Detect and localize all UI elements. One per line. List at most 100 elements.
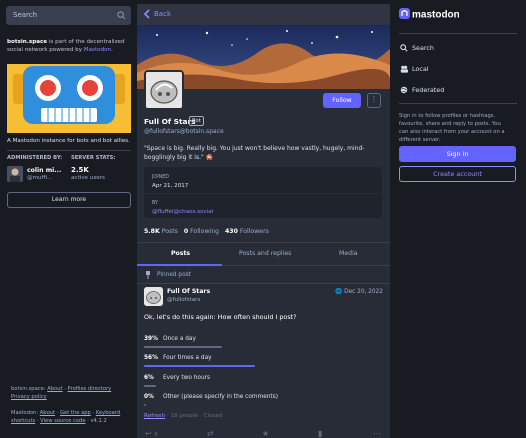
learn-more-button[interactable]: Learn more [7, 192, 131, 208]
footer-about-link[interactable]: About [47, 386, 62, 392]
server-name: botsin.space [7, 39, 48, 45]
profile-column: Back Follow ⋮ Full Of Stars Bot @fullofs… [137, 4, 390, 438]
followers-label[interactable]: Followers [240, 228, 269, 235]
post-date[interactable]: 🌐 Dec 20, 2022 [335, 289, 383, 295]
poll-option-percent: 56% [144, 355, 158, 361]
server-tagline: A Mastodon instance for bots and bot all… [7, 138, 130, 144]
post-date-text: Dec 20, 2022 [344, 289, 383, 295]
administered-by-label: ADMINISTERED BY: [7, 155, 63, 161]
sign-in-button[interactable]: Sign in [399, 146, 516, 162]
poll-option-bar [144, 385, 156, 387]
footer-getapp-link[interactable]: Get the app [60, 410, 91, 416]
boost-icon[interactable]: ⇄ [207, 430, 216, 438]
server-hero-image [7, 64, 131, 133]
chevron-left-icon [143, 9, 150, 19]
reply-count: 8 [154, 432, 158, 438]
post-author-account: @fullofstars [167, 297, 201, 303]
footer-about2-link[interactable]: About [40, 410, 55, 416]
poll-meta-text: · 18 people · Closed [165, 413, 223, 419]
create-account-button[interactable]: Create account [399, 166, 516, 182]
active-users-count: 2.5K [71, 166, 89, 174]
poll-option: 6% Every two hours [144, 375, 384, 393]
field-divider [144, 193, 382, 194]
poll-option-percent: 6% [144, 375, 154, 381]
mastodon-logo[interactable]: mastodon [399, 6, 460, 22]
posts-label[interactable]: Posts [162, 228, 178, 235]
logo-text: mastodon [412, 10, 459, 21]
signin-prompt: Sign in to follow profiles or hashtags, … [399, 113, 505, 143]
divider [399, 103, 517, 104]
following-count: 0 [183, 228, 189, 235]
left-sidebar: Search botsin.space is part of the decen… [0, 0, 137, 438]
follow-button[interactable]: Follow [323, 93, 361, 108]
divider [7, 150, 131, 151]
reply-button[interactable]: ↩ 8 [145, 430, 167, 438]
poll-option: 0% Other (please specify in the comments… [144, 394, 384, 412]
profile-tabs: Posts Posts and replies Media [137, 242, 390, 266]
poll-option-bar [144, 404, 146, 406]
nav-federated-label: Federated [412, 86, 445, 94]
globe-icon [400, 86, 408, 94]
search-placeholder: Search [13, 11, 38, 19]
poll-option-label: Four times a day [163, 355, 212, 361]
search-icon[interactable] [117, 11, 126, 20]
more-icon[interactable]: ⋯ [373, 430, 382, 438]
tab-posts-and-replies[interactable]: Posts and replies [239, 250, 291, 257]
pinned-post-header: Pinned post [137, 266, 390, 284]
right-sidebar: mastodon Search Local Federated Sign in … [390, 0, 526, 438]
about-text-end: . [111, 47, 113, 53]
profile-avatar[interactable] [144, 70, 184, 110]
bookmark-icon[interactable]: ▮ [318, 430, 327, 438]
poll-option-bar-leading [144, 365, 255, 367]
profile-bio: "Space is big. Really big. You just won'… [144, 145, 365, 161]
tab-media[interactable]: Media [339, 250, 358, 257]
favourite-icon[interactable]: ★ [262, 430, 271, 438]
joined-label: JOINED [152, 175, 169, 180]
admin-avatar[interactable] [7, 166, 23, 182]
back-button[interactable]: Back [137, 4, 390, 25]
profile-fields: JOINED Apr 21, 2017 BY @fluffel@chaos.so… [144, 167, 382, 218]
search-input[interactable]: Search [6, 6, 131, 25]
nav-search-label: Search [412, 44, 434, 52]
by-value-link[interactable]: @fluffel@chaos.social [152, 209, 213, 215]
following-label[interactable]: Following [190, 228, 219, 235]
divider [399, 33, 517, 34]
active-users-label: active users [71, 175, 105, 181]
nav-local-label: Local [412, 65, 429, 73]
profile-display-name: Full Of Stars [144, 117, 196, 126]
footer-mastodon-links: Mastodon: About · Get the app · Keyboard… [11, 410, 121, 424]
post-author-name[interactable]: Full Of Stars [167, 288, 210, 295]
server-about-text: botsin.space is part of the decentralize… [7, 38, 131, 54]
mastodon-link[interactable]: Mastodon [84, 47, 111, 53]
globe-icon: 🌐 [335, 289, 343, 295]
server-stats-label: SERVER STATS: [71, 155, 116, 161]
poll-option-bar [144, 346, 222, 348]
post-content: Ok, let's do this again: How often shoul… [144, 313, 297, 321]
pinned-label: Pinned post [157, 272, 191, 278]
poll-refresh-link[interactable]: Refresh [144, 413, 165, 419]
pin-icon [146, 271, 150, 279]
footer-server-links: botsin.space: About · Profiles directory… [11, 386, 112, 400]
joined-value: Apr 21, 2017 [152, 183, 189, 189]
followers-count: 430 [224, 228, 238, 235]
footer-mastodon-label: Mastodon [11, 410, 37, 416]
footer-profiles-link[interactable]: Profiles directory [68, 386, 112, 392]
by-label: BY [152, 201, 158, 206]
profile-counts: 5.8K Posts 0 Following 430 Followers [144, 228, 269, 235]
footer-privacy-link[interactable]: Privacy policy [11, 394, 47, 400]
poll-option: 56% Four times a day [144, 355, 384, 373]
search-icon [400, 44, 408, 52]
poll-option-label: Once a day [163, 336, 196, 342]
post-author-avatar[interactable] [144, 287, 163, 306]
admin-name[interactable]: colin mi... [27, 167, 61, 174]
more-options-button[interactable]: ⋮ [367, 93, 381, 108]
tab-posts[interactable]: Posts [171, 250, 190, 257]
footer-source-link[interactable]: View source code [40, 418, 85, 424]
footer-server-name: botsin.space [11, 386, 44, 392]
poll-option-percent: 0% [144, 394, 154, 400]
footer-version: v4.1.2 [90, 418, 107, 424]
poll-meta: Refresh · 18 people · Closed [144, 413, 222, 419]
reply-icon: ↩ [145, 429, 152, 438]
post-action-bar: ↩ 8 ⇄ ★ ▮ ⋯ [137, 429, 390, 438]
users-icon [400, 65, 408, 73]
